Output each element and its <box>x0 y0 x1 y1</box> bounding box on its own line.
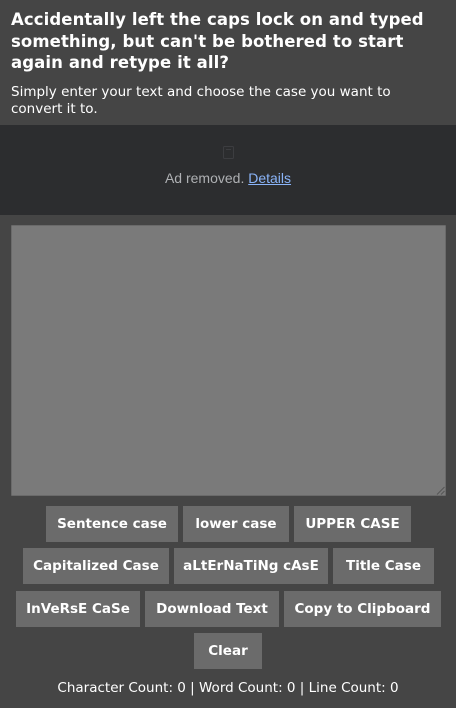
resize-grip-icon[interactable] <box>436 486 445 495</box>
ad-container: Ad removed. Details <box>0 125 456 215</box>
text-input-area[interactable] <box>11 225 446 496</box>
intro-header: Accidentally left the caps lock on and t… <box>0 0 456 117</box>
ad-removed-label: Ad removed. <box>164 170 245 186</box>
alternating-case-button[interactable]: aLtErNaTiNg cAsE <box>174 548 328 584</box>
inverse-case-button[interactable]: InVeRsE CaSe <box>16 591 140 627</box>
upper-case-button[interactable]: UPPER CASE <box>294 506 411 542</box>
ad-details-link[interactable]: Details <box>248 170 291 186</box>
download-text-button[interactable]: Download Text <box>145 591 279 627</box>
capitalized-case-button[interactable]: Capitalized Case <box>23 548 169 584</box>
case-converter-page: Accidentally left the caps lock on and t… <box>0 0 456 708</box>
sentence-case-button[interactable]: Sentence case <box>46 506 178 542</box>
page-headline: Accidentally left the caps lock on and t… <box>11 10 424 72</box>
text-statistics: Character Count: 0 | Word Count: 0 | Lin… <box>57 680 399 696</box>
page-subheadline: Simply enter your text and choose the ca… <box>11 83 391 117</box>
copy-to-clipboard-button[interactable]: Copy to Clipboard <box>284 591 441 627</box>
ad-removed-notice: Ad removed. Details <box>0 170 456 186</box>
title-case-button[interactable]: Title Case <box>333 548 434 584</box>
lower-case-button[interactable]: lower case <box>183 506 289 542</box>
clear-button[interactable]: Clear <box>194 633 262 669</box>
ad-placeholder-icon <box>223 146 234 159</box>
